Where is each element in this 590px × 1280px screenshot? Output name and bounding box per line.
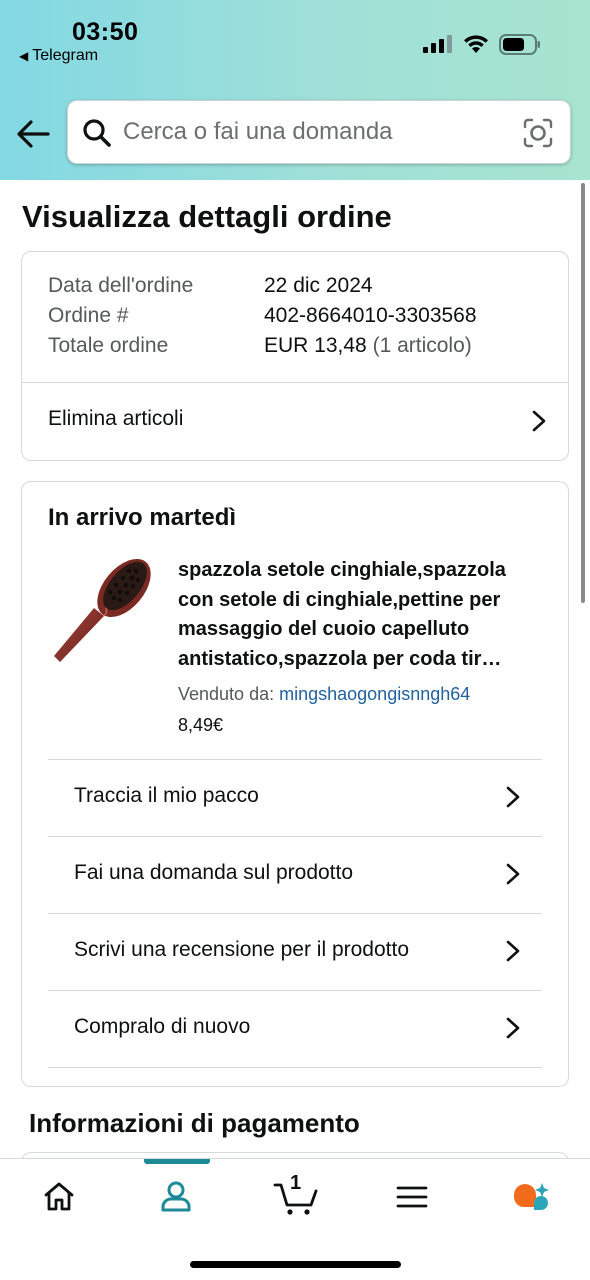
chevron-right-icon bbox=[506, 1017, 520, 1039]
search-input[interactable] bbox=[123, 101, 513, 163]
cart-count-badge: 1 bbox=[290, 1172, 302, 1194]
status-time: 03:50 bbox=[72, 18, 139, 46]
payment-info-heading: Informazioni di pagamento bbox=[29, 1108, 360, 1138]
battery-icon bbox=[499, 34, 540, 55]
account-icon[interactable] bbox=[156, 1177, 196, 1217]
product-price: 8,49€ bbox=[178, 715, 224, 735]
delivery-status: In arrivo martedì bbox=[48, 504, 237, 531]
sold-by: Venduto da: mingshaogongisnngh64 bbox=[178, 684, 470, 705]
product-title[interactable]: spazzola setole cinghiale,spazzola con s… bbox=[178, 556, 544, 674]
rufus-icon[interactable] bbox=[510, 1177, 550, 1217]
delete-items-link[interactable]: Elimina articoli bbox=[22, 383, 568, 461]
shipment-card: In arrivo martedì spazzola setole cinghi… bbox=[21, 481, 569, 1087]
cellular-signal-icon bbox=[423, 35, 452, 53]
chevron-right-icon bbox=[506, 940, 520, 962]
order-total-amount: EUR 13,48 bbox=[264, 334, 367, 357]
track-package-label: Traccia il mio pacco bbox=[74, 784, 259, 807]
buy-again-link[interactable]: Compralo di nuovo bbox=[22, 991, 568, 1067]
home-icon[interactable] bbox=[39, 1177, 79, 1217]
ask-question-label: Fai una domanda sul prodotto bbox=[74, 861, 354, 884]
order-total-label: Totale ordine bbox=[48, 334, 169, 357]
wifi-icon bbox=[464, 35, 488, 53]
back-arrow-icon[interactable] bbox=[15, 117, 51, 153]
home-indicator[interactable] bbox=[190, 1261, 401, 1268]
chevron-right-icon bbox=[532, 410, 546, 432]
order-date-value: 22 dic 2024 bbox=[264, 274, 373, 297]
product-image[interactable] bbox=[48, 554, 152, 666]
write-review-link[interactable]: Scrivi una recensione per il prodotto bbox=[22, 914, 568, 990]
page-title: Visualizza dettagli ordine bbox=[22, 199, 392, 234]
order-summary-card: Data dell'ordine 22 dic 2024 Ordine # 40… bbox=[21, 251, 569, 461]
write-review-label: Scrivi una recensione per il prodotto bbox=[74, 938, 410, 961]
search-bar[interactable] bbox=[67, 100, 571, 164]
divider bbox=[48, 1067, 542, 1068]
delete-items-label: Elimina articoli bbox=[48, 407, 184, 430]
seller-link[interactable]: mingshaogongisnngh64 bbox=[279, 684, 470, 704]
order-number-label: Ordine # bbox=[48, 304, 129, 327]
chevron-right-icon bbox=[506, 786, 520, 808]
search-icon bbox=[83, 119, 111, 147]
back-app-label: Telegram bbox=[32, 47, 99, 64]
order-date-label: Data dell'ordine bbox=[48, 274, 194, 297]
sold-by-label: Venduto da: bbox=[178, 684, 275, 704]
back-to-app[interactable]: ◀ Telegram bbox=[19, 47, 98, 65]
order-number-value: 402-8664010-3303568 bbox=[264, 304, 477, 327]
active-tab-indicator bbox=[144, 1159, 210, 1164]
buy-again-label: Compralo di nuovo bbox=[74, 1015, 251, 1038]
order-item-count: (1 articolo) bbox=[372, 334, 472, 357]
chevron-right-icon bbox=[506, 863, 520, 885]
ask-question-link[interactable]: Fai una domanda sul prodotto bbox=[22, 837, 568, 913]
camera-lens-icon[interactable] bbox=[523, 118, 553, 148]
menu-icon[interactable] bbox=[392, 1177, 432, 1217]
order-total-value: EUR 13,48 (1 articolo) bbox=[264, 334, 472, 358]
back-triangle-icon: ◀ bbox=[19, 49, 29, 63]
track-package-link[interactable]: Traccia il mio pacco bbox=[22, 760, 568, 836]
app-header: 03:50 ◀ Telegram bbox=[0, 0, 590, 180]
scroll-indicator[interactable] bbox=[581, 183, 585, 603]
